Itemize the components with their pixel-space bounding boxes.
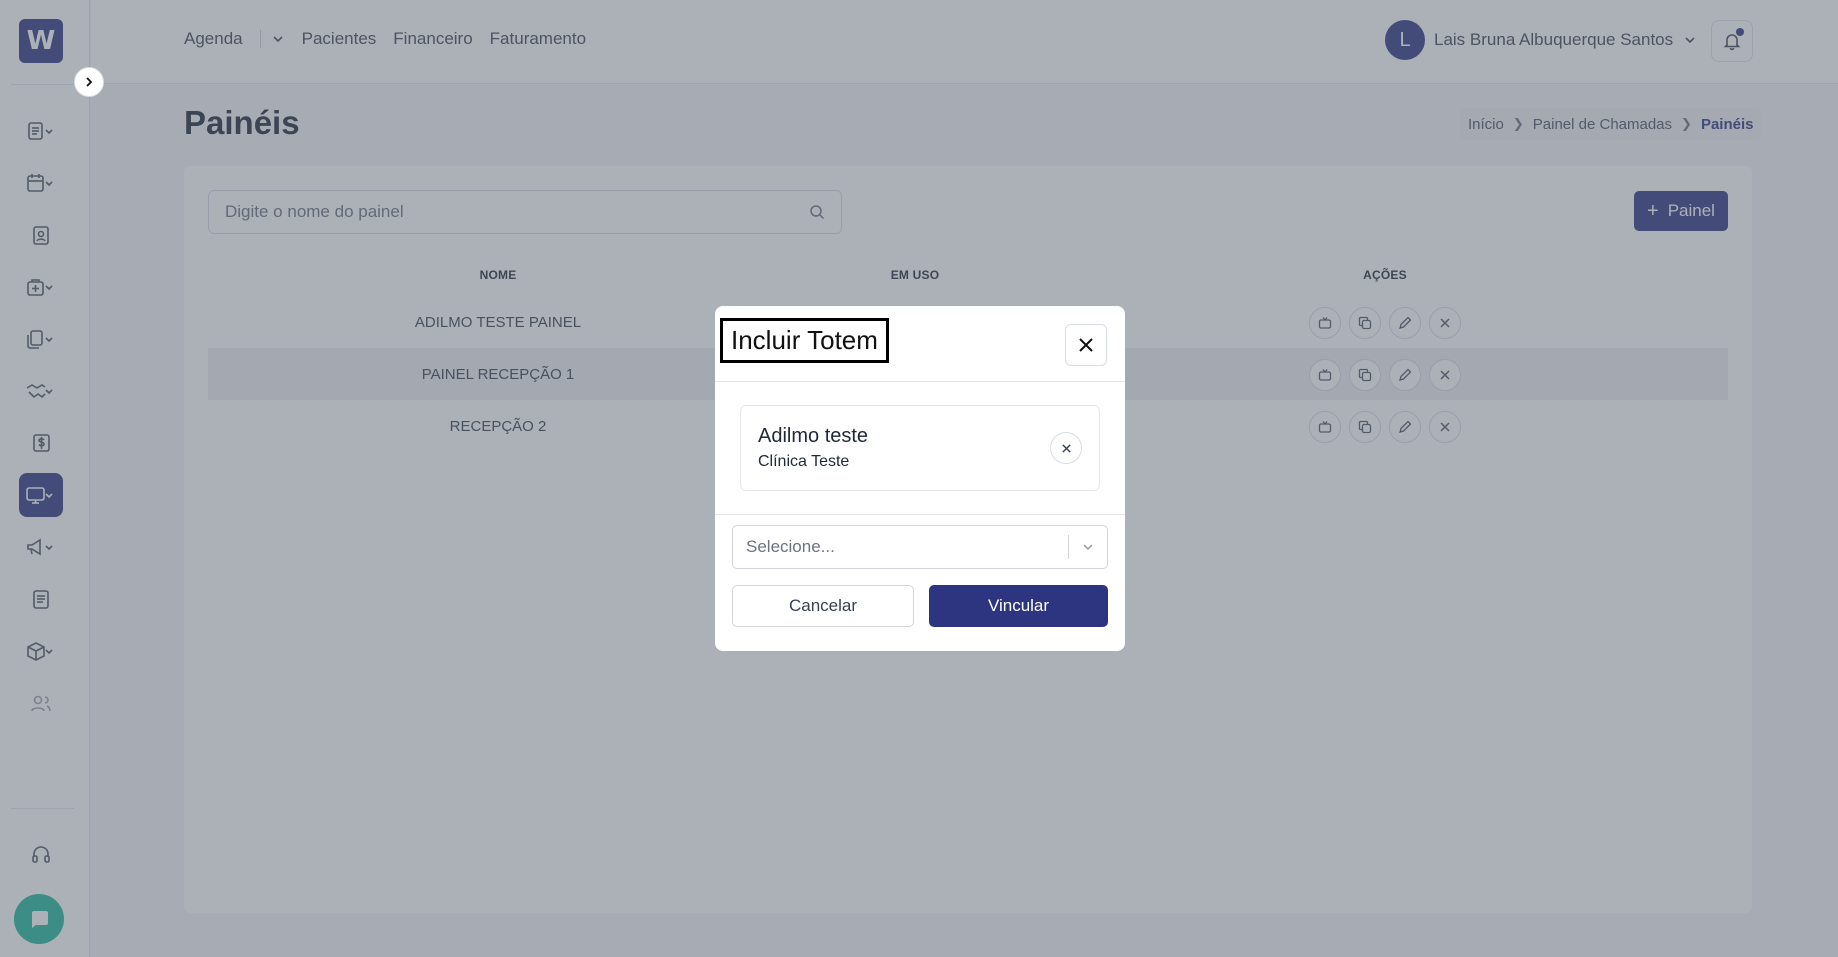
totem-name: Adilmo teste [758, 425, 869, 447]
totem-clinic: Clínica Teste [758, 453, 850, 470]
modal-header: Incluir Totem [715, 306, 1125, 382]
linked-totem-section: Adilmo teste Clínica Teste [715, 383, 1125, 515]
close-icon [1079, 338, 1093, 352]
cancel-button[interactable]: Cancelar [732, 585, 914, 627]
sidebar-toggle-button[interactable] [74, 67, 104, 97]
chevron-down-icon [1083, 544, 1093, 551]
select-dropdown-toggle[interactable] [1069, 540, 1107, 554]
include-totem-modal: Incluir Totem Adilmo teste Clínica Teste… [715, 306, 1125, 651]
close-icon [1061, 443, 1071, 453]
modal-close-button[interactable] [1065, 324, 1107, 366]
totem-select[interactable]: Selecione... [732, 525, 1108, 569]
link-button[interactable]: Vincular [929, 585, 1108, 627]
select-placeholder: Selecione... [746, 537, 835, 556]
remove-totem-button[interactable] [1050, 432, 1082, 464]
chevron-right-icon [86, 77, 93, 87]
modal-title: Incluir Totem [720, 318, 889, 363]
totem-card: Adilmo teste Clínica Teste [740, 405, 1100, 491]
